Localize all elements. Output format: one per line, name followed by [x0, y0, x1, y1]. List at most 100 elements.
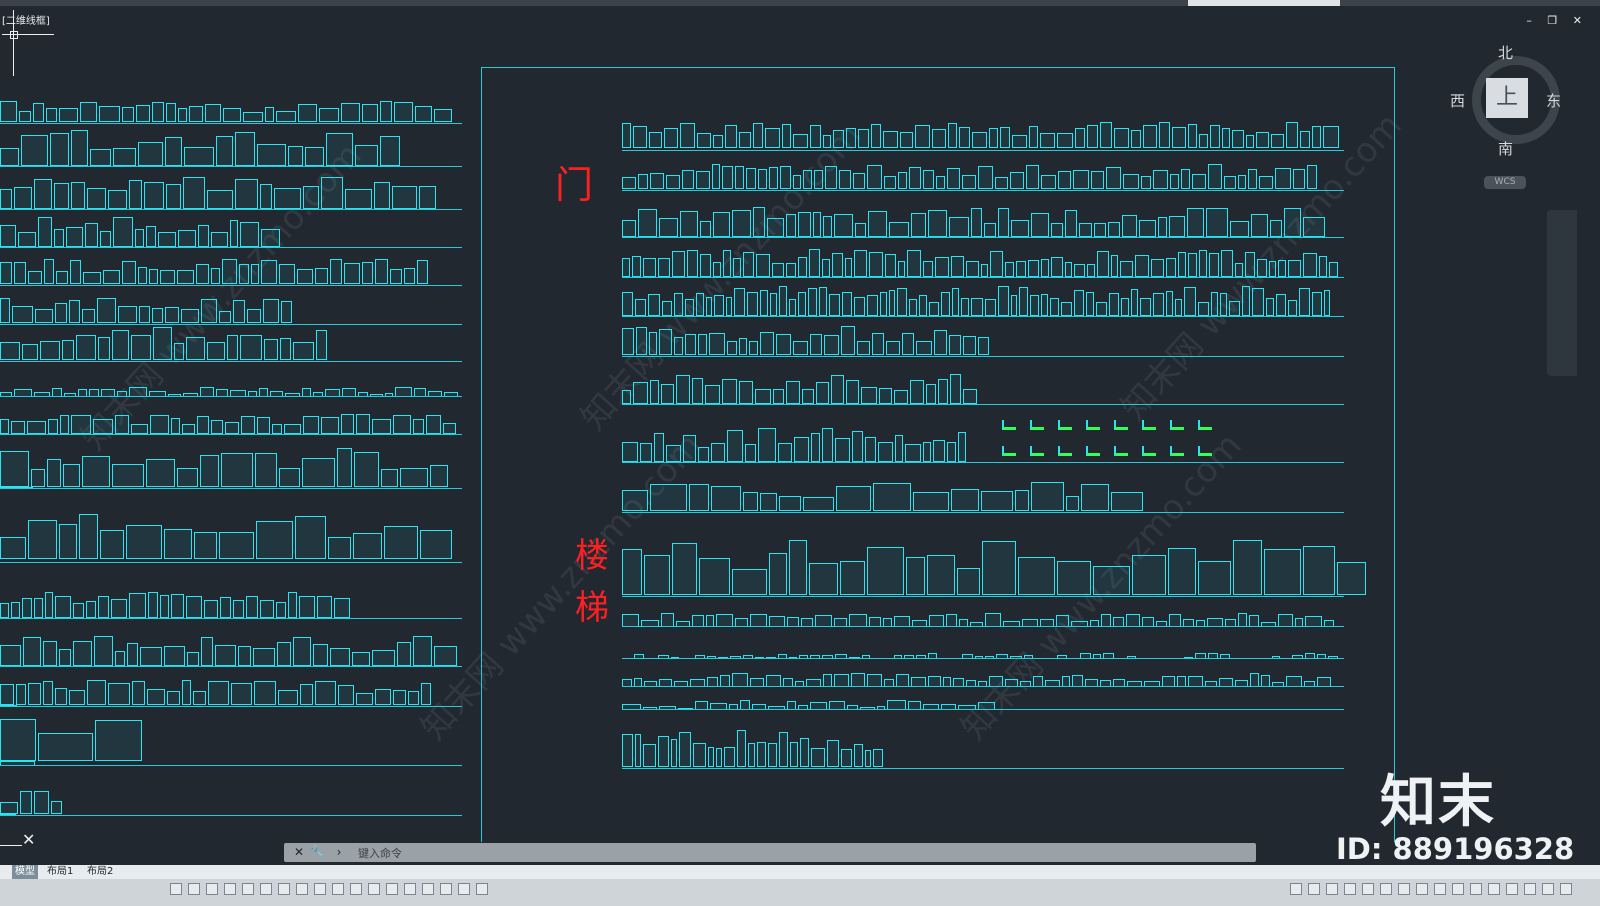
command-input[interactable]: 键入命令: [358, 845, 402, 861]
cad-block[interactable]: [168, 394, 181, 396]
cad-block[interactable]: [995, 177, 1008, 189]
cad-block[interactable]: [238, 646, 251, 666]
cad-block[interactable]: [904, 655, 914, 658]
cad-block[interactable]: [1071, 621, 1088, 626]
cad-block[interactable]: [375, 259, 388, 284]
compass-north[interactable]: 北: [1498, 42, 1513, 63]
cad-block[interactable]: [778, 443, 792, 462]
cad-block[interactable]: [353, 533, 382, 559]
cad-block[interactable]: [841, 326, 855, 355]
cad-block[interactable]: [112, 330, 129, 360]
cad-block[interactable]: [1222, 128, 1230, 148]
cad-block[interactable]: [706, 297, 712, 316]
cad-block[interactable]: [692, 378, 703, 404]
cad-block[interactable]: [1276, 294, 1286, 316]
cad-block[interactable]: [101, 389, 115, 396]
cad-block[interactable]: [1091, 171, 1104, 189]
cad-block[interactable]: [115, 651, 125, 666]
cad-block[interactable]: [851, 673, 865, 686]
cad-block[interactable]: [1288, 260, 1301, 277]
cad-block[interactable]: [12, 306, 33, 323]
cad-block[interactable]: [1051, 257, 1063, 277]
cad-block[interactable]: [1199, 134, 1208, 148]
cad-block[interactable]: [638, 209, 657, 237]
cad-block[interactable]: [21, 135, 48, 166]
cad-block[interactable]: [160, 595, 169, 618]
cad-block[interactable]: [798, 292, 806, 316]
cad-block[interactable]: [981, 491, 1013, 511]
cad-block[interactable]: [644, 681, 657, 686]
cad-block[interactable]: [887, 700, 906, 709]
cad-block[interactable]: [415, 106, 432, 122]
cad-block[interactable]: [160, 270, 175, 284]
cad-block[interactable]: [1162, 676, 1175, 686]
cad-block[interactable]: [769, 616, 785, 626]
cad-block[interactable]: [1198, 561, 1231, 595]
cad-block[interactable]: [1337, 562, 1366, 595]
cad-block[interactable]: [223, 108, 241, 122]
cad-block[interactable]: [1249, 615, 1259, 626]
cad-block[interactable]: [854, 250, 867, 277]
cad-block[interactable]: [678, 708, 693, 709]
cad-block[interactable]: [222, 259, 237, 284]
cad-block[interactable]: [813, 212, 821, 237]
cad-block[interactable]: [71, 182, 85, 209]
cad-block[interactable]: [959, 127, 970, 148]
cad-block[interactable]: [671, 657, 679, 658]
cad-block[interactable]: [247, 309, 261, 323]
cad-block[interactable]: [1079, 223, 1092, 237]
cad-block[interactable]: [281, 301, 292, 323]
cad-block[interactable]: [798, 705, 808, 709]
cad-block[interactable]: [183, 177, 205, 209]
cad-block[interactable]: [216, 389, 228, 396]
cad-block[interactable]: [1219, 678, 1233, 686]
cad-block[interactable]: [971, 208, 982, 237]
cad-block[interactable]: [400, 468, 428, 487]
cad-block[interactable]: [1126, 614, 1140, 626]
cad-block[interactable]: [1303, 217, 1325, 237]
cad-block[interactable]: [1278, 614, 1293, 626]
cad-block[interactable]: [659, 218, 678, 237]
cad-block[interactable]: [798, 257, 807, 277]
cad-block[interactable]: [982, 541, 1016, 595]
cad-block[interactable]: [768, 743, 777, 767]
cad-block[interactable]: [867, 674, 882, 686]
cad-block[interactable]: [810, 125, 821, 148]
cad-block[interactable]: [0, 603, 9, 618]
cad-block[interactable]: [1127, 656, 1136, 658]
cad-block[interactable]: [1303, 253, 1317, 277]
cad-block[interactable]: [809, 563, 838, 595]
cad-block[interactable]: [1022, 619, 1038, 626]
cad-block[interactable]: [689, 484, 709, 511]
cad-block[interactable]: [1090, 620, 1099, 626]
cad-block[interactable]: [768, 706, 785, 709]
cad-block[interactable]: [63, 464, 80, 487]
door-swing-symbol[interactable]: [1198, 420, 1212, 430]
cad-block[interactable]: [1121, 298, 1129, 316]
cad-block[interactable]: [649, 132, 662, 148]
cad-block[interactable]: [1288, 300, 1297, 316]
cad-block[interactable]: [854, 744, 863, 767]
cad-block[interactable]: [1261, 675, 1270, 686]
cad-block[interactable]: [825, 166, 837, 189]
cad-block[interactable]: [35, 309, 53, 323]
cad-block[interactable]: [787, 701, 796, 709]
cad-block[interactable]: [676, 375, 690, 404]
door-swing-symbol[interactable]: [1058, 446, 1072, 456]
cad-block[interactable]: [0, 537, 26, 559]
cad-block[interactable]: [1271, 134, 1284, 148]
cad-block[interactable]: [959, 619, 968, 626]
cad-block[interactable]: [337, 448, 352, 487]
cad-block[interactable]: [71, 415, 91, 434]
cad-block[interactable]: [649, 332, 657, 355]
cad-block[interactable]: [853, 173, 865, 189]
cad-block[interactable]: [793, 134, 808, 148]
door-swing-symbol[interactable]: [1002, 446, 1016, 456]
cad-block[interactable]: [672, 543, 697, 595]
cad-block[interactable]: [978, 166, 993, 189]
cad-block[interactable]: [149, 391, 166, 396]
cad-block[interactable]: [634, 678, 642, 686]
cad-block[interactable]: [1184, 287, 1196, 316]
cad-block[interactable]: [1140, 298, 1151, 316]
cad-block[interactable]: [248, 391, 257, 396]
